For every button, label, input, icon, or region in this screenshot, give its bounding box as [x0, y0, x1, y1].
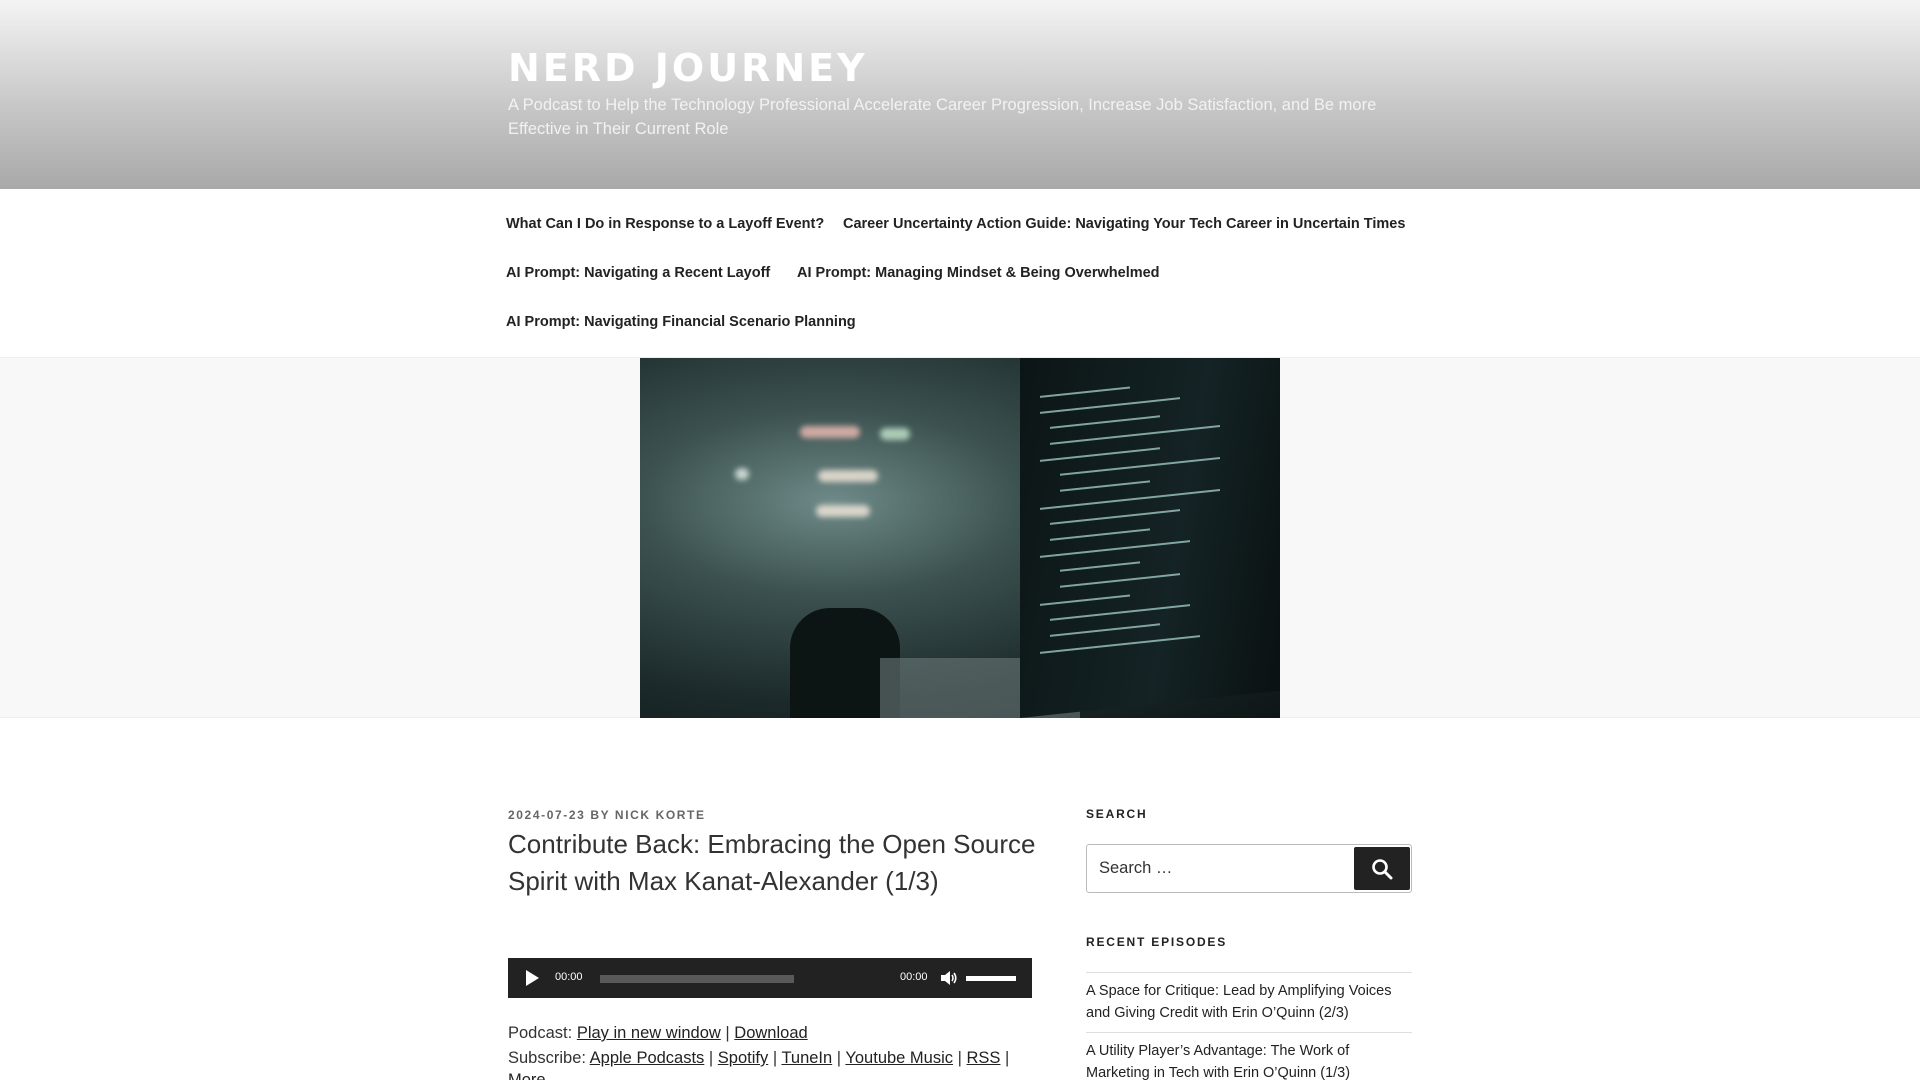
volume-slider[interactable] [966, 976, 1016, 981]
recent-episode-link[interactable]: A Space for Critique: Lead by Amplifying… [1086, 980, 1412, 1024]
subscribe-more: More [508, 1068, 546, 1080]
recent-episodes-title: RECENT EPISODES [1086, 935, 1228, 949]
nav-item-layoff-response[interactable]: What Can I Do in Response to a Layoff Ev… [506, 216, 824, 232]
tunein-link[interactable]: TuneIn [781, 1049, 832, 1067]
featured-image-office-monitor [640, 358, 1280, 718]
recent-episode-link[interactable]: A Utility Player’s Advantage: The Work o… [1086, 1040, 1412, 1080]
audio-progress-track[interactable] [600, 975, 794, 983]
separator: | [708, 1049, 714, 1067]
site-header: NERD JOURNEY A Podcast to Help the Techn… [0, 0, 1920, 189]
nav-item-ai-prompt-mindset[interactable]: AI Prompt: Managing Mindset & Being Over… [797, 265, 1160, 281]
separator: | [1005, 1049, 1010, 1067]
nav-item-ai-prompt-financial[interactable]: AI Prompt: Navigating Financial Scenario… [506, 314, 856, 330]
search-input[interactable] [1087, 845, 1353, 892]
separator: | [836, 1049, 842, 1067]
more-link[interactable]: More [508, 1071, 546, 1080]
nav-item-ai-prompt-layoff[interactable]: AI Prompt: Navigating a Recent Layoff [506, 265, 770, 281]
spotify-link[interactable]: Spotify [718, 1049, 768, 1067]
play-icon[interactable] [526, 970, 539, 986]
main-navigation: What Can I Do in Response to a Layoff Ev… [0, 189, 1920, 358]
audio-player: 00:00 00:00 [508, 958, 1032, 998]
separator: | [725, 1024, 730, 1042]
separator: | [957, 1049, 962, 1067]
rss-link[interactable]: RSS [967, 1049, 1001, 1067]
duration-time: 00:00 [900, 971, 928, 983]
list-item: A Space for Critique: Lead by Amplifying… [1086, 973, 1412, 1033]
subscribe-label: Subscribe: [508, 1049, 586, 1067]
separator: | [772, 1049, 778, 1067]
site-description: A Podcast to Help the Technology Profess… [508, 96, 1377, 138]
podcast-links: Podcast: Play in new window | Download [508, 1021, 808, 1046]
recent-episodes-list: A Space for Critique: Lead by Amplifying… [1086, 972, 1412, 1080]
apple-podcasts-link[interactable]: Apple Podcasts [590, 1049, 705, 1067]
featured-image-section [0, 358, 1920, 718]
download-link[interactable]: Download [734, 1024, 807, 1042]
post-author[interactable]: NICK KORTE [615, 808, 706, 822]
podcast-label: Podcast: [508, 1024, 573, 1042]
post-meta: 2024-07-23 BY NICK KORTE [508, 808, 706, 822]
post-by: BY [590, 808, 610, 822]
search-button[interactable] [1354, 847, 1410, 890]
search-form [1086, 844, 1412, 893]
search-widget-title: SEARCH [1086, 807, 1148, 821]
youtube-music-link[interactable]: Youtube Music [845, 1049, 953, 1067]
current-time: 00:00 [555, 971, 583, 983]
post-date[interactable]: 2024-07-23 [508, 808, 585, 822]
site-title[interactable]: NERD JOURNEY [508, 46, 868, 90]
search-icon [1372, 859, 1393, 880]
subscribe-links: Subscribe: Apple Podcasts | Spotify | Tu… [508, 1046, 1009, 1071]
nav-item-career-uncertainty-guide[interactable]: Career Uncertainty Action Guide: Navigat… [843, 216, 1405, 232]
list-item: A Utility Player’s Advantage: The Work o… [1086, 1033, 1412, 1080]
speaker-icon[interactable] [940, 969, 958, 987]
post-title: Contribute Back: Embracing the Open Sour… [508, 829, 1036, 896]
play-in-new-window-link[interactable]: Play in new window [577, 1024, 721, 1042]
